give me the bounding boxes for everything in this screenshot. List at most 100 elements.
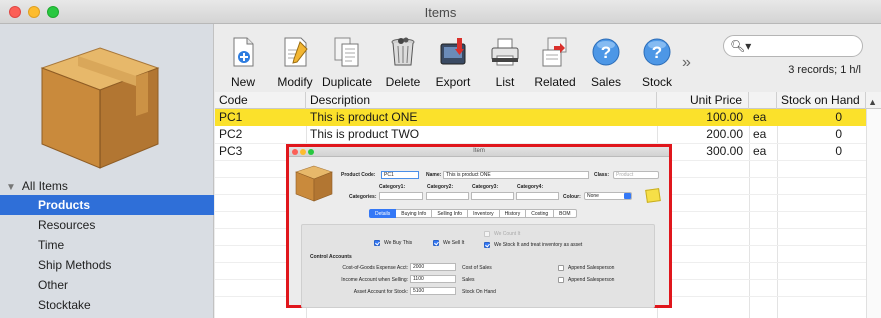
stock-button[interactable]: ? Stock: [629, 36, 685, 89]
sidebar-item-other[interactable]: Other: [0, 275, 214, 295]
cell-unit: ea: [753, 110, 767, 124]
asset-account-label: Asset Account for Stock:: [353, 289, 408, 295]
export-icon: [440, 38, 466, 65]
sidebar-group-all-items[interactable]: ▼ All Items: [6, 179, 68, 193]
vertical-scrollbar[interactable]: [866, 109, 881, 318]
class-label: Class:: [594, 172, 610, 178]
new-button[interactable]: New: [215, 36, 271, 89]
window-title: Items: [424, 5, 457, 20]
column-header-stock-on-hand[interactable]: Stock on Hand: [777, 92, 866, 109]
disclosure-triangle-icon[interactable]: ▼: [6, 182, 16, 193]
sidebar-group-label: All Items: [21, 179, 68, 193]
search-field[interactable]: 🔍︎▾: [723, 35, 863, 57]
we-buy-this-checkbox[interactable]: [374, 240, 380, 246]
cell-unit: ea: [753, 144, 767, 158]
product-code-label: Product Code:: [341, 172, 376, 178]
income-account-name: Sales: [462, 277, 475, 283]
item-detail-window-highlight: Item Product Code: PC1 Name: This is pro…: [286, 144, 672, 308]
sidebar-item-products[interactable]: Products: [0, 195, 214, 215]
tab-costing[interactable]: Costing: [526, 209, 555, 218]
tab-history[interactable]: History: [499, 209, 527, 218]
new-document-icon: [233, 37, 254, 67]
cogs-account-field[interactable]: 2000: [410, 263, 456, 271]
cell-unit-price: 200.00: [706, 127, 743, 141]
sales-button-label: Sales: [590, 75, 622, 89]
colour-select-value: None: [587, 193, 599, 199]
sidebar-item-resources[interactable]: Resources: [0, 215, 214, 235]
tab-details[interactable]: Details: [369, 209, 397, 218]
items-window: Items ▼ All Items Products Resources Time…: [0, 0, 881, 318]
delete-button-label: Delete: [385, 75, 421, 89]
sticky-note-icon[interactable]: [645, 188, 661, 203]
category4-field[interactable]: [516, 192, 559, 200]
cell-code: PC1: [219, 110, 243, 124]
duplicate-icon: [334, 37, 359, 67]
append-salesperson-1-checkbox[interactable]: [558, 265, 564, 271]
table-row[interactable]: PC1 This is product ONE 100.00 ea 0: [215, 109, 866, 126]
stock-button-label: Stock: [641, 75, 672, 89]
append-salesperson-2-checkbox[interactable]: [558, 277, 564, 283]
income-account-field[interactable]: 1100: [410, 275, 456, 283]
table-row[interactable]: PC2 This is product TWO 200.00 ea 0: [215, 126, 866, 143]
column-header-unit-price[interactable]: Unit Price: [657, 92, 749, 109]
title-bar: Items: [0, 0, 881, 24]
duplicate-button[interactable]: Duplicate: [319, 36, 375, 89]
column-header-description[interactable]: Description: [306, 92, 657, 109]
tab-bom[interactable]: BOM: [554, 209, 577, 218]
categories-label: Categories:: [349, 194, 377, 200]
category1-field[interactable]: [379, 192, 423, 200]
cell-code: PC2: [219, 127, 243, 141]
tab-selling-info[interactable]: Selling Info: [432, 209, 469, 218]
colour-label: Colour:: [563, 194, 581, 200]
cogs-account-name: Cost of Sales: [462, 265, 492, 271]
we-sell-it-checkbox[interactable]: [433, 240, 439, 246]
category2-field[interactable]: [426, 192, 469, 200]
cell-description: This is product TWO: [310, 127, 420, 141]
name-label: Name:: [426, 172, 442, 178]
list-button[interactable]: List: [477, 36, 533, 89]
cell-stock: 0: [835, 144, 842, 158]
sidebar-item-ship-methods[interactable]: Ship Methods: [0, 255, 214, 275]
modify-button-label: Modify: [277, 75, 313, 89]
sales-button[interactable]: ? Sales: [578, 36, 634, 89]
append-salesperson-1-label: Append Salesperson: [568, 265, 615, 271]
printer-icon: [491, 38, 519, 66]
sidebar-item-time[interactable]: Time: [0, 235, 214, 255]
cardboard-box-icon: [40, 47, 160, 169]
colour-select[interactable]: None: [584, 192, 632, 200]
record-count: 3 records; 1 h/l: [788, 64, 861, 76]
svg-text:?: ?: [652, 43, 662, 62]
search-icon[interactable]: 🔍︎▾: [730, 39, 751, 53]
tab-buying-info[interactable]: Buying Info: [396, 209, 433, 218]
cell-stock: 0: [835, 110, 842, 124]
sidebar: ▼ All Items Products Resources Time Ship …: [0, 24, 214, 318]
append-salesperson-2-label: Append Salesperson: [568, 277, 615, 283]
item-detail-tabs: Details Buying Info Selling Info Invento…: [369, 209, 577, 218]
modify-button[interactable]: Modify: [267, 36, 323, 89]
related-button[interactable]: Related: [527, 36, 583, 89]
product-code-field[interactable]: PC1: [381, 171, 419, 179]
we-stock-it-label: We Stock It and treat inventory as asset: [494, 242, 583, 248]
column-header-code[interactable]: Code: [215, 92, 306, 109]
column-header-unit[interactable]: [749, 92, 777, 109]
export-button[interactable]: Export: [425, 36, 481, 89]
toolbar-overflow-chevron-icon[interactable]: »: [682, 54, 691, 72]
item-window-title: Item: [473, 148, 485, 154]
name-field[interactable]: This is product ONE: [443, 171, 589, 179]
column-sort-toggle[interactable]: ▲: [866, 92, 881, 109]
category3-field[interactable]: [471, 192, 514, 200]
we-count-it-checkbox[interactable]: [484, 231, 490, 237]
we-sell-it-label: We Sell It: [443, 240, 465, 246]
category2-label: Category2:: [427, 184, 454, 190]
cell-stock: 0: [835, 127, 842, 141]
export-button-label: Export: [435, 75, 471, 89]
asset-account-field[interactable]: 5100: [410, 287, 456, 295]
sidebar-item-stocktake[interactable]: Stocktake: [0, 295, 214, 315]
item-window-title-bar: Item: [289, 147, 669, 157]
delete-button[interactable]: Delete: [375, 36, 431, 89]
category1-label: Category1:: [379, 184, 406, 190]
we-stock-it-checkbox[interactable]: [484, 242, 490, 248]
class-select[interactable]: Product: [613, 171, 659, 179]
cell-description: This is product ONE: [310, 110, 418, 124]
tab-inventory[interactable]: Inventory: [468, 209, 500, 218]
